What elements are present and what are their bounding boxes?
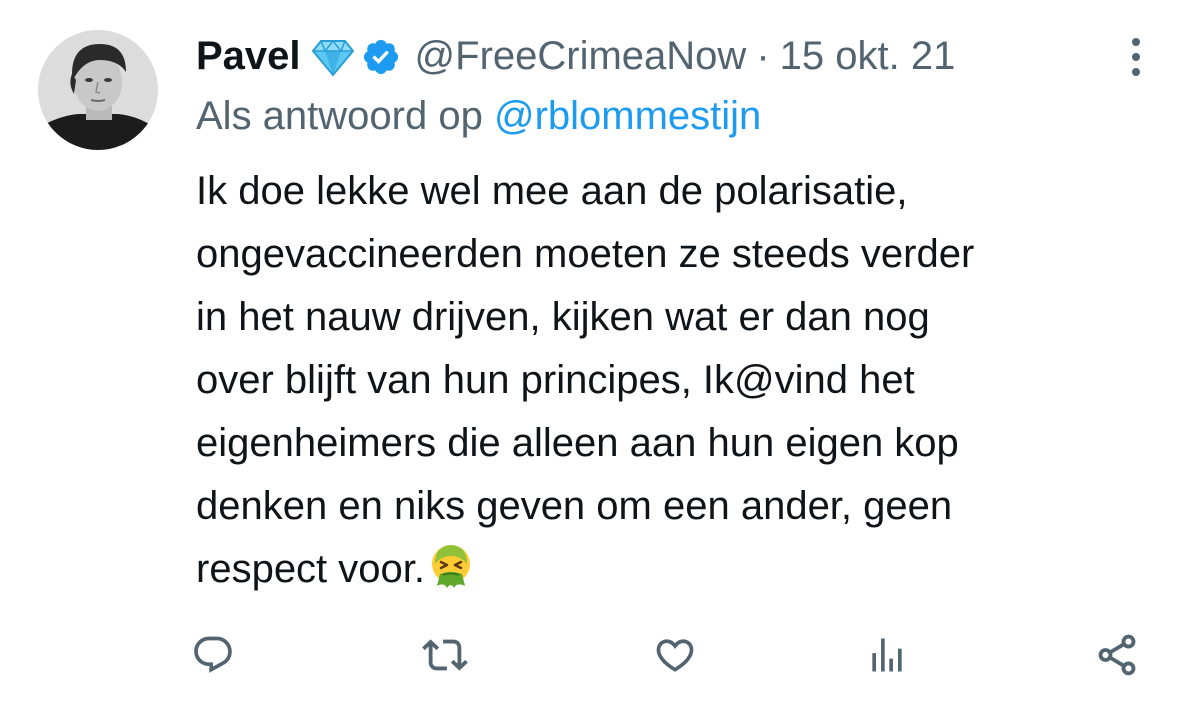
tweet-text-line: over blijft van hun principes, Ik@vind h… bbox=[196, 358, 915, 402]
share-icon bbox=[1098, 634, 1136, 676]
diamond-icon bbox=[311, 36, 355, 77]
tweet-text-line: denken en niks geven om een ander, geen bbox=[196, 484, 953, 528]
display-name[interactable]: Pavel bbox=[196, 28, 301, 84]
verified-icon[interactable] bbox=[361, 36, 401, 76]
reply-mention-link[interactable]: @rblommestijn bbox=[494, 94, 761, 138]
tweet-text-line: respect voor. bbox=[196, 547, 426, 591]
retweet-button[interactable] bbox=[418, 628, 472, 682]
tweet-text-line: in het nauw drijven, kijken wat er dan n… bbox=[196, 295, 930, 339]
retweet-icon bbox=[422, 639, 468, 671]
vomiting-face-icon bbox=[427, 542, 475, 590]
avatar[interactable] bbox=[38, 30, 158, 150]
like-button[interactable] bbox=[648, 628, 702, 682]
tweet-card: Pavel @FreeCrimeaNow · 15 okt. 21 Als an… bbox=[0, 0, 1200, 705]
tweet-text-line: ongevaccineerden moeten ze steeds verder bbox=[196, 232, 975, 276]
tweet-text-line: eigenheimers die alleen aan hun eigen ko… bbox=[196, 421, 959, 465]
separator-dot: · bbox=[756, 34, 770, 78]
reply-button[interactable] bbox=[186, 628, 240, 682]
heart-icon bbox=[656, 639, 694, 672]
more-options-icon[interactable] bbox=[1124, 34, 1148, 80]
reply-prefix: Als antwoord op bbox=[196, 94, 483, 138]
share-button[interactable] bbox=[1090, 628, 1144, 682]
tweet-header: Pavel @FreeCrimeaNow · 15 okt. 21 bbox=[196, 28, 955, 84]
tweet-date[interactable]: 15 okt. 21 bbox=[780, 28, 956, 84]
tweet-text-line: Ik doe lekke wel mee aan de polarisatie, bbox=[196, 169, 908, 213]
views-icon bbox=[872, 638, 902, 672]
reply-context: Als antwoord op @rblommestijn bbox=[196, 90, 761, 142]
views-button[interactable] bbox=[860, 628, 914, 682]
tweet-actions bbox=[0, 620, 1200, 690]
avatar-photo bbox=[38, 30, 158, 150]
tweet-text: Ik doe lekke wel mee aan de polarisatie,… bbox=[196, 160, 1176, 601]
tweet-text-last-line: respect voor. bbox=[196, 538, 1176, 601]
reply-icon bbox=[194, 636, 232, 673]
author-handle[interactable]: @FreeCrimeaNow bbox=[415, 28, 747, 84]
